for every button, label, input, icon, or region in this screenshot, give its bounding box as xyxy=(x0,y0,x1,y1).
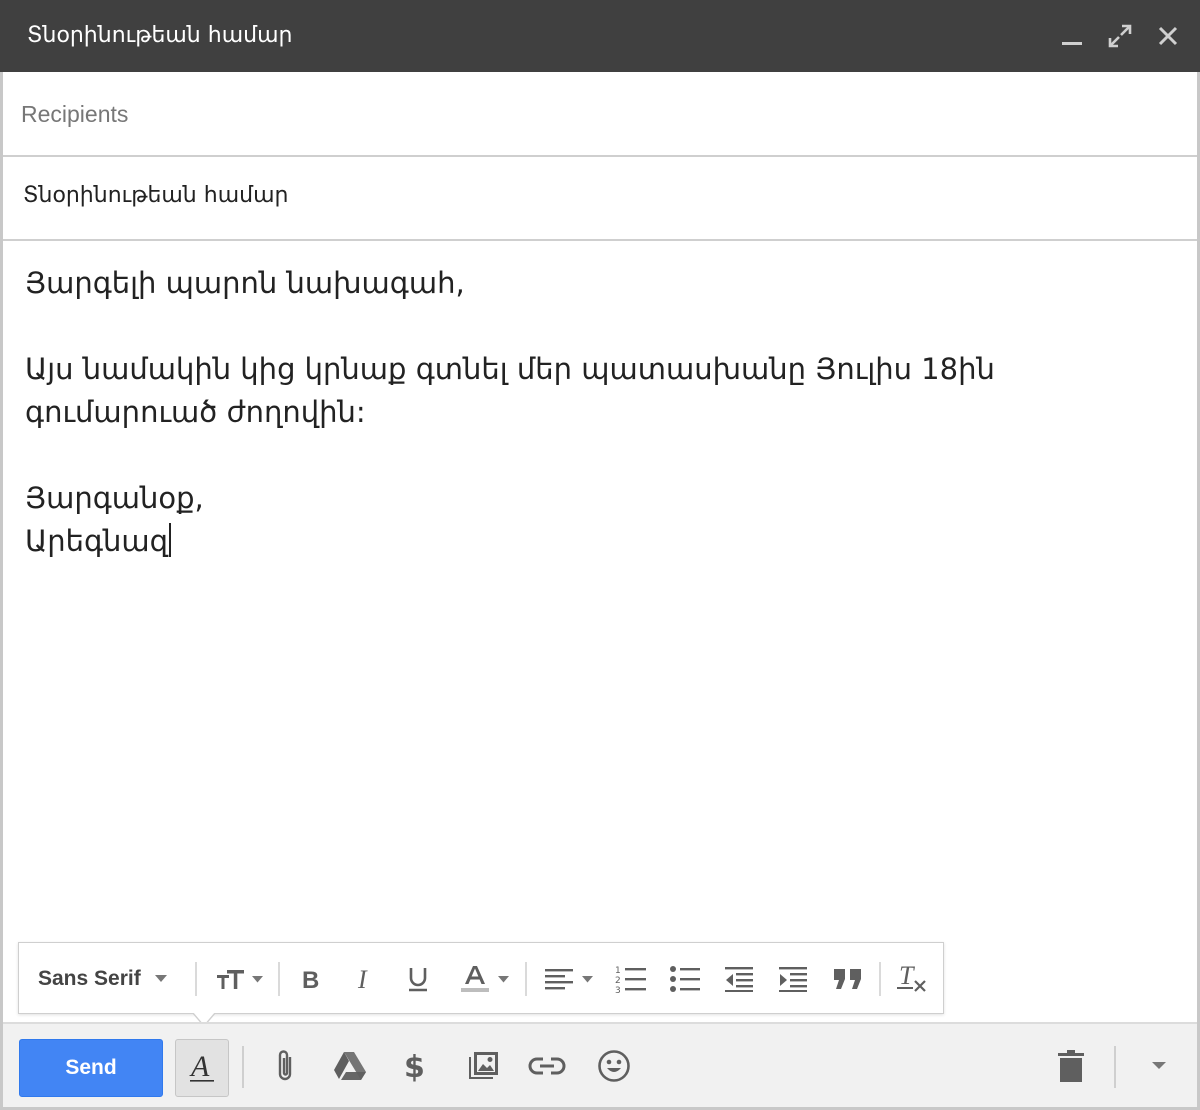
numbered-list-button[interactable]: 1 2 3 xyxy=(611,959,651,999)
insert-drive-button[interactable] xyxy=(330,1046,370,1086)
clear-formatting-icon: T xyxy=(897,964,926,992)
message-body[interactable]: Յարգելի պարոն նախագահ, Այս նամակին կից կ… xyxy=(25,262,1175,922)
bulleted-list-icon xyxy=(670,966,700,992)
expand-icon[interactable] xyxy=(1104,20,1136,52)
recipients-row xyxy=(3,72,1197,157)
text-color-icon xyxy=(460,966,489,992)
google-drive-icon xyxy=(334,1052,366,1080)
text-color-button[interactable] xyxy=(452,959,516,999)
insert-photo-button[interactable] xyxy=(463,1046,503,1086)
text-caret xyxy=(169,523,172,557)
compose-title: Տնօրինութեան համար xyxy=(27,23,293,48)
bulleted-list-button[interactable] xyxy=(665,959,705,999)
formatting-options-button[interactable]: A xyxy=(175,1039,229,1097)
font-family-select[interactable]: Sans Serif xyxy=(38,959,198,999)
toolbar-separator xyxy=(1114,1046,1116,1088)
dropdown-arrow-icon xyxy=(1152,1062,1166,1069)
toolbar-separator xyxy=(879,962,881,996)
indent-more-button[interactable] xyxy=(773,959,813,999)
subject-row[interactable]: Տնօրինութեան համար xyxy=(3,157,1197,241)
insert-emoji-button[interactable] xyxy=(594,1046,634,1086)
numbered-list-icon: 1 2 3 xyxy=(615,966,646,994)
svg-text:1: 1 xyxy=(615,966,621,976)
body-line: Այս նամակին կից կրնաք գտնել մեր պատասխան… xyxy=(25,352,995,386)
body-line: գումարուած ժողովին: xyxy=(25,395,366,429)
body-line xyxy=(25,434,1175,477)
svg-text:2: 2 xyxy=(615,976,621,986)
dropdown-arrow-icon xyxy=(497,975,509,982)
underline-button[interactable] xyxy=(398,959,438,999)
compose-titlebar[interactable]: Տնօրինութեան համար xyxy=(0,0,1200,72)
toolbar-separator xyxy=(525,962,527,996)
toolbar-separator xyxy=(242,1046,244,1088)
subject-text: Տնօրինութեան համար xyxy=(23,183,289,208)
underline-icon xyxy=(409,968,427,992)
recipients-input[interactable] xyxy=(21,94,1171,134)
smiley-icon xyxy=(598,1050,630,1082)
close-icon[interactable] xyxy=(1152,20,1184,52)
text-size-icon xyxy=(216,970,244,989)
formatting-icon: A xyxy=(189,1051,214,1083)
indent-more-icon xyxy=(779,967,807,992)
discard-draft-button[interactable] xyxy=(1051,1046,1091,1086)
send-money-button[interactable]: $ xyxy=(395,1046,435,1086)
font-size-button[interactable] xyxy=(209,959,269,999)
svg-text:A: A xyxy=(189,1051,210,1083)
formatting-toolbar: Sans Serif B I 1 2 3 T xyxy=(18,942,944,1027)
italic-icon: I xyxy=(357,967,368,991)
dropdown-arrow-icon xyxy=(154,975,167,982)
compose-window: Տնօրինութեան համար Տնօրինութեան համար Յա… xyxy=(0,0,1200,1110)
svg-text:3: 3 xyxy=(615,986,621,994)
body-line: Յարգելի պարոն նախագահ, xyxy=(25,266,465,300)
trash-icon xyxy=(1058,1050,1084,1082)
align-left-icon xyxy=(544,969,573,990)
font-family-label: Sans Serif xyxy=(38,967,141,990)
insert-link-button[interactable] xyxy=(527,1046,567,1086)
indent-less-button[interactable] xyxy=(719,959,759,999)
paperclip-icon xyxy=(278,1050,292,1081)
body-line-text: Արեգնազ xyxy=(25,524,169,558)
dropdown-arrow-icon xyxy=(581,975,593,982)
svg-text:I: I xyxy=(357,967,368,991)
body-line xyxy=(25,305,1175,348)
remove-formatting-button[interactable]: T xyxy=(891,959,931,999)
more-options-button[interactable] xyxy=(1139,1046,1179,1086)
svg-text:B: B xyxy=(302,967,319,991)
dollar-icon: $ xyxy=(404,1050,425,1083)
toolbar-separator xyxy=(278,962,280,996)
bold-icon: B xyxy=(302,967,319,991)
body-line: Յարգանօք, xyxy=(25,481,204,515)
send-button[interactable]: Send xyxy=(19,1039,163,1097)
body-line-last: Արեգնազ xyxy=(25,520,1175,563)
toolbar-separator xyxy=(195,962,197,996)
link-icon xyxy=(528,1057,566,1075)
quote-icon xyxy=(834,969,861,989)
dropdown-arrow-icon xyxy=(251,975,263,982)
quote-button[interactable] xyxy=(828,959,868,999)
indent-less-icon xyxy=(725,967,753,992)
align-button[interactable] xyxy=(538,959,598,999)
italic-button[interactable]: I xyxy=(345,959,385,999)
bold-button[interactable]: B xyxy=(291,959,331,999)
minimize-icon[interactable] xyxy=(1056,20,1088,52)
bottom-toolbar: Send A $ xyxy=(3,1022,1197,1107)
attach-files-button[interactable] xyxy=(265,1046,305,1086)
photo-icon xyxy=(469,1052,498,1079)
svg-text:$: $ xyxy=(404,1050,425,1083)
svg-text:T: T xyxy=(899,964,915,990)
